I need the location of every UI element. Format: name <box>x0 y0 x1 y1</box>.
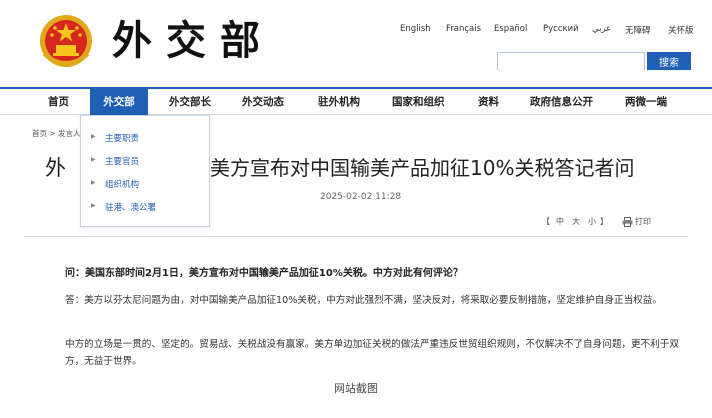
nav-item-social[interactable]: 两微一端 <box>625 89 667 115</box>
publish-date: 2025-02-02 11:28 <box>320 192 402 202</box>
chevron-right-icon: ▶ <box>91 202 96 209</box>
national-emblem-icon <box>40 15 92 67</box>
printer-icon[interactable] <box>622 217 633 227</box>
page-title: 就美方宣布对中国输美产品加征10%关税答记者问 <box>190 156 635 180</box>
print-link[interactable]: 打印 <box>635 216 651 227</box>
dropdown-item-officials[interactable]: ▶ 主要官员 <box>81 153 209 171</box>
content-divider <box>24 236 688 237</box>
dropdown-item-label: 组织机构 <box>105 180 140 190</box>
site-logo-text[interactable]: 外交部 <box>112 16 274 66</box>
nav-item-countries[interactable]: 国家和组织 <box>392 89 445 115</box>
article-question: 问：美国东部时间2月1日，美方宣布对中国输美产品加征10%关税。中方对此有何评论… <box>65 268 463 279</box>
search-button[interactable]: 搜索 <box>647 52 691 70</box>
title-first-glyph: 外 <box>45 156 66 180</box>
article-paragraph: 答：美方以芬太尼问题为由，对中国输美产品加征10%关税，中方对此强烈不满，坚决反… <box>65 295 662 306</box>
font-size-bracket-open: 【 <box>542 217 550 226</box>
nav-item-minister[interactable]: 外交部长 <box>169 89 211 115</box>
nav-item-embassies[interactable]: 驻外机构 <box>318 89 360 115</box>
accessibility-link[interactable]: 无障碍 <box>625 24 651 36</box>
dropdown-item-organization[interactable]: ▶ 组织机构 <box>81 176 209 194</box>
breadcrumb[interactable]: 首页 > 发言人 <box>32 128 81 139</box>
chevron-right-icon: ▶ <box>91 179 96 186</box>
nav-item-ministry[interactable]: 外交部 <box>90 89 148 115</box>
dropdown-item-label: 主要官员 <box>105 157 140 167</box>
dropdown-item-hk-macao-office[interactable]: ▶ 驻港、澳公署 <box>81 199 209 217</box>
chevron-right-icon: ▶ <box>91 156 96 163</box>
search-box <box>497 52 645 74</box>
lang-english-link[interactable]: English <box>400 24 431 34</box>
main-nav: 首页 外交部 外交部长 外交动态 驻外机构 国家和组织 资料 政府信息公开 两微… <box>0 87 712 115</box>
dropdown-item-duties[interactable]: ▶ 主要职责 <box>81 130 209 148</box>
nav-item-home[interactable]: 首页 <box>48 89 69 115</box>
title-partial-glyph: 外 <box>45 150 75 186</box>
article-paragraph: 中方的立场是一贯的、坚定的。贸易战、关税战没有赢家。美方单边加征关税的做法严重违… <box>65 339 679 367</box>
font-size-large-button[interactable]: 大 <box>572 216 580 227</box>
nav-item-gov-info[interactable]: 政府信息公开 <box>530 89 593 115</box>
language-bar: English Français Español Русский عربي 无障… <box>400 24 700 40</box>
font-size-medium-button[interactable]: 中 <box>556 216 564 227</box>
lang-arabic-link[interactable]: عربي <box>592 24 611 34</box>
image-caption: 网站截图 <box>334 382 378 395</box>
search-input[interactable] <box>498 58 644 74</box>
font-size-bracket-close: 】 <box>600 217 608 226</box>
ministry-dropdown-menu: ▶ 主要职责 ▶ 主要官员 ▶ 组织机构 ▶ 驻港、澳公署 <box>80 115 210 227</box>
dropdown-item-label: 主要职责 <box>105 134 140 144</box>
lang-french-link[interactable]: Français <box>446 24 481 34</box>
dropdown-item-label: 驻港、澳公署 <box>105 203 157 213</box>
chevron-right-icon: ▶ <box>91 133 96 140</box>
nav-item-resources[interactable]: 资料 <box>478 89 499 115</box>
lang-spanish-link[interactable]: Español <box>494 24 527 34</box>
lang-russian-link[interactable]: Русский <box>543 24 579 34</box>
elderly-mode-link[interactable]: 关怀版 <box>668 24 694 36</box>
font-size-small-button[interactable]: 小 <box>588 216 596 227</box>
nav-item-news[interactable]: 外交动态 <box>242 89 284 115</box>
